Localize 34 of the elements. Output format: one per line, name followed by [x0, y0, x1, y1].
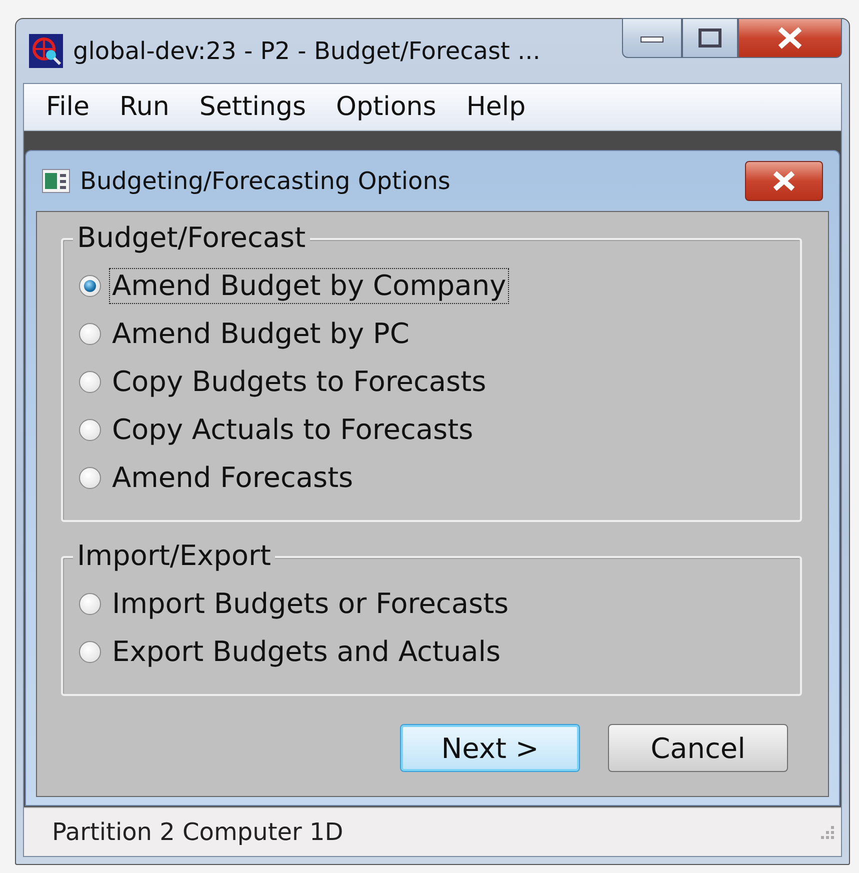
- radio-button[interactable]: [79, 371, 101, 393]
- resize-grip-icon: [819, 824, 835, 840]
- close-button[interactable]: [738, 18, 842, 58]
- menu-item[interactable]: Run: [120, 92, 170, 122]
- radio-button[interactable]: [79, 467, 101, 489]
- maximize-icon: [698, 28, 722, 48]
- next-button[interactable]: Next >: [400, 724, 580, 772]
- menu-item[interactable]: File: [46, 92, 90, 122]
- menu-item[interactable]: Help: [466, 92, 526, 122]
- option-label[interactable]: Copy Budgets to Forecasts: [109, 364, 490, 400]
- radio-button[interactable]: [79, 419, 101, 441]
- menu-item[interactable]: Settings: [199, 92, 306, 122]
- minimize-button[interactable]: [622, 18, 682, 58]
- radio-button[interactable]: [79, 323, 101, 345]
- close-icon: [776, 26, 804, 50]
- radio-button[interactable]: [79, 593, 101, 615]
- option-label[interactable]: Amend Budget by Company: [109, 268, 510, 304]
- dialog-title: Budgeting/Forecasting Options: [80, 167, 452, 195]
- close-icon: [771, 170, 797, 192]
- option-label[interactable]: Export Budgets and Actuals: [109, 634, 504, 670]
- cancel-button[interactable]: Cancel: [608, 724, 788, 772]
- status-text: Partition 2 Computer 1D: [52, 818, 344, 846]
- option-label[interactable]: Amend Budget by PC: [109, 316, 412, 352]
- maximize-button[interactable]: [682, 18, 738, 58]
- form-icon: [42, 169, 70, 193]
- close-button[interactable]: [745, 161, 823, 201]
- app-icon: [29, 34, 63, 68]
- option-label[interactable]: Copy Actuals to Forecasts: [109, 412, 476, 448]
- window-title: global-dev:23 - P2 - Budget/Forecast ...: [73, 37, 542, 65]
- option-label[interactable]: Import Budgets or Forecasts: [109, 586, 512, 622]
- radio-button[interactable]: [79, 641, 101, 663]
- menu-item[interactable]: Options: [336, 92, 436, 122]
- option-label[interactable]: Amend Forecasts: [109, 460, 356, 496]
- radio-button[interactable]: [79, 275, 101, 297]
